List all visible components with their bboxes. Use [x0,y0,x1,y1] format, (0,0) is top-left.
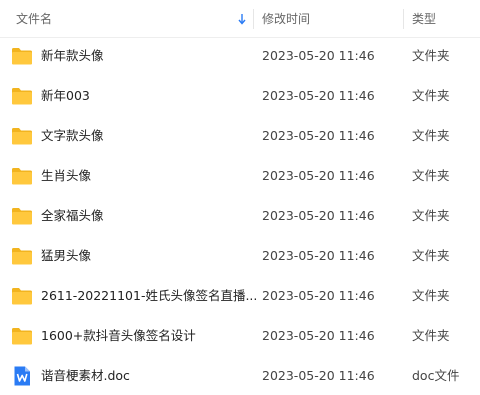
file-name[interactable]: 谐音梗素材.doc [41,356,130,395]
file-name[interactable]: 文字款头像 [41,116,104,156]
date-column-header[interactable]: 修改时间 [262,0,392,38]
file-name[interactable]: 1600+款抖音头像签名设计 [41,316,196,356]
file-row[interactable]: 生肖头像 2023-05-20 11:46 文件夹 [0,156,480,196]
list-header: 文件名 修改时间 类型 [0,0,480,38]
word-doc-icon [11,366,33,386]
file-row[interactable]: 全家福头像 2023-05-20 11:46 文件夹 [0,196,480,236]
type-column-header[interactable]: 类型 [412,0,472,38]
file-name[interactable]: 新年款头像 [41,36,104,76]
sort-down-arrow-icon[interactable] [237,12,247,26]
modified-time: 2023-05-20 11:46 [262,328,375,343]
file-type: 文件夹 [412,48,450,63]
file-name[interactable]: 猛男头像 [41,236,91,276]
column-divider[interactable] [403,9,404,29]
file-type: 文件夹 [412,88,450,103]
file-row[interactable]: 文字款头像 2023-05-20 11:46 文件夹 [0,116,480,156]
file-name[interactable]: 新年003 [41,76,90,116]
file-type: 文件夹 [412,128,450,143]
modified-time: 2023-05-20 11:46 [262,288,375,303]
file-row[interactable]: 谐音梗素材.doc 2023-05-20 11:46 doc文件 [0,356,480,395]
modified-time: 2023-05-20 11:46 [262,128,375,143]
modified-time: 2023-05-20 11:46 [262,88,375,103]
folder-icon [11,46,33,66]
file-row[interactable]: 新年003 2023-05-20 11:46 文件夹 [0,76,480,116]
modified-time: 2023-05-20 11:46 [262,248,375,263]
folder-icon [11,206,33,226]
folder-icon [11,126,33,146]
modified-time: 2023-05-20 11:46 [262,368,375,383]
file-row[interactable]: 1600+款抖音头像签名设计 2023-05-20 11:46 文件夹 [0,316,480,356]
file-row[interactable]: 2611-20221101-姓氏头像签名直播... 2023-05-20 11:4… [0,276,480,316]
file-row[interactable]: 新年款头像 2023-05-20 11:46 文件夹 [0,36,480,76]
file-name[interactable]: 生肖头像 [41,156,91,196]
folder-icon [11,86,33,106]
file-type: 文件夹 [412,328,450,343]
folder-icon [11,166,33,186]
file-name[interactable]: 全家福头像 [41,196,104,236]
modified-time: 2023-05-20 11:46 [262,208,375,223]
file-type: 文件夹 [412,248,450,263]
file-list: 文件名 修改时间 类型 新年款头像 2023-05-20 11:46 文件夹 新年00… [0,0,480,395]
folder-icon [11,326,33,346]
file-type: 文件夹 [412,208,450,223]
modified-time: 2023-05-20 11:46 [262,168,375,183]
column-divider[interactable] [253,9,254,29]
modified-time: 2023-05-20 11:46 [262,48,375,63]
name-column-header[interactable]: 文件名 [16,0,246,38]
file-type: 文件夹 [412,288,450,303]
folder-icon [11,246,33,266]
file-name[interactable]: 2611-20221101-姓氏头像签名直播... [41,276,257,316]
folder-icon [11,286,33,306]
file-type: doc文件 [412,368,460,383]
file-type: 文件夹 [412,168,450,183]
file-row[interactable]: 猛男头像 2023-05-20 11:46 文件夹 [0,236,480,276]
